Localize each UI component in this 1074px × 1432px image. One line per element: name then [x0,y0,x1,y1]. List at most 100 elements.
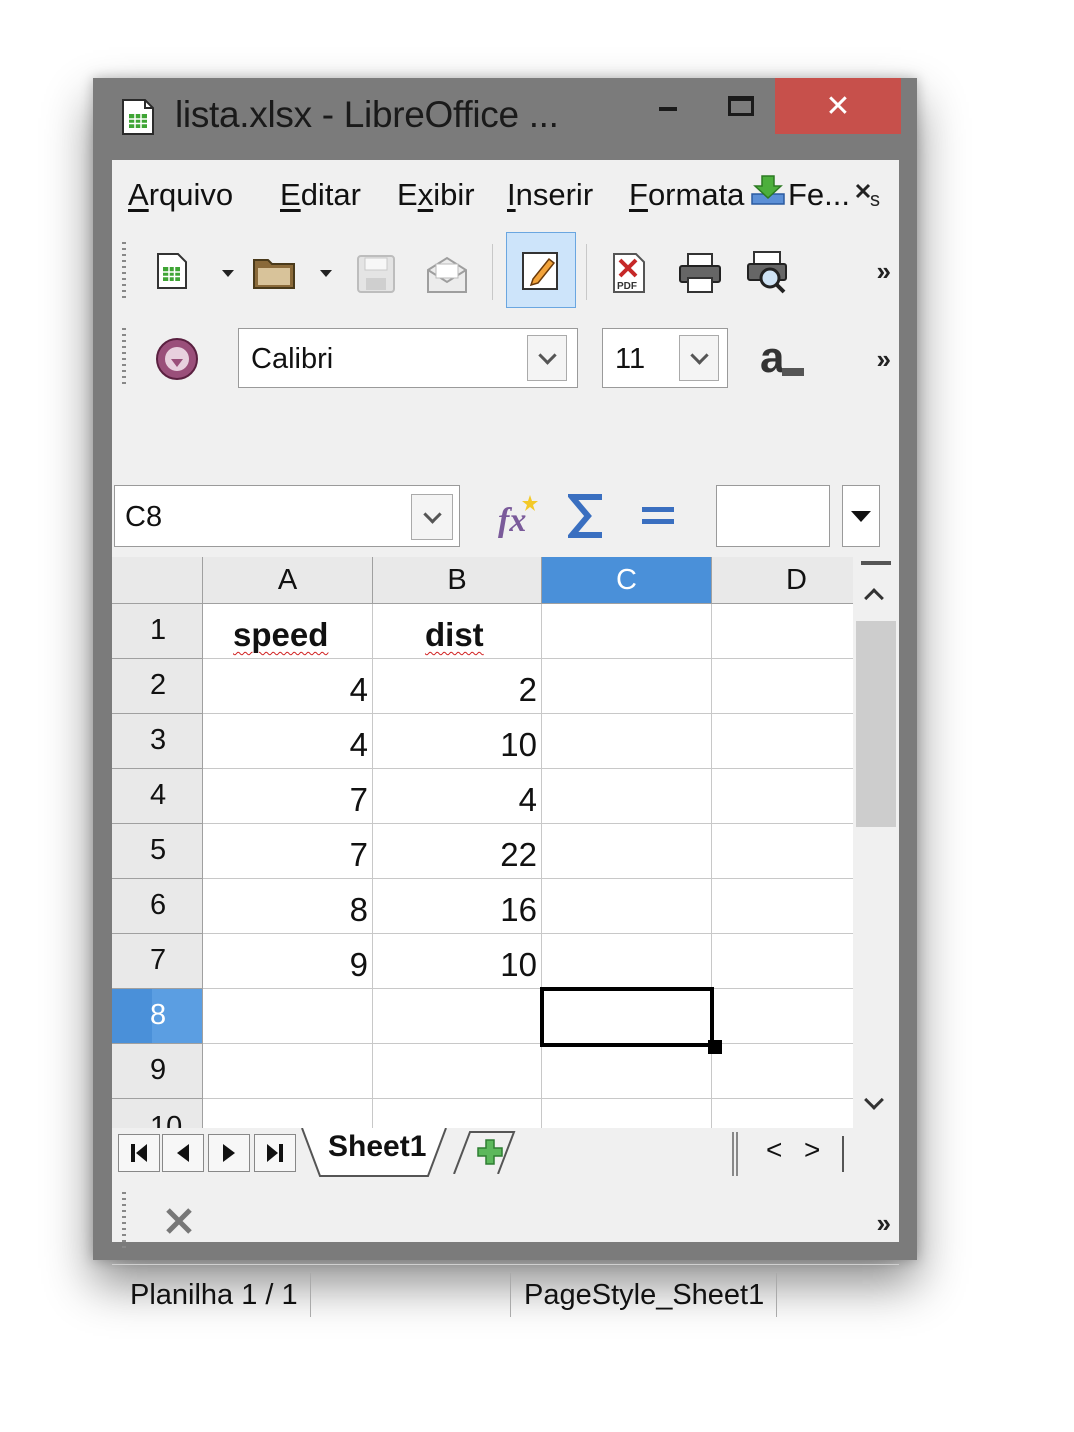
cell-b9[interactable] [373,1044,542,1099]
tab-scroll-left[interactable]: < [766,1134,782,1166]
cell-b10[interactable] [373,1099,542,1128]
font-color-icon[interactable]: a [760,340,808,378]
menu-ferramentas[interactable]: Fe... [788,177,850,213]
cell-d1[interactable] [712,604,853,659]
toolbar-grip[interactable] [122,328,126,388]
cell-a7[interactable]: 9 [203,934,373,989]
formula-input[interactable] [716,485,830,547]
cell-d6[interactable] [712,879,853,934]
new-dropdown-arrow[interactable] [222,270,234,277]
maximize-button[interactable] [707,78,775,134]
cell-d3[interactable] [712,714,853,769]
cell-a4[interactable]: 7 [203,769,373,824]
menu-exibir[interactable]: Exibir [397,177,475,213]
cell-d9[interactable] [712,1044,853,1099]
cell-d2[interactable] [712,659,853,714]
email-icon[interactable] [424,254,470,294]
cell-d4[interactable] [712,769,853,824]
close-find-toolbar-icon[interactable] [164,1206,194,1236]
sum-icon[interactable] [568,491,606,541]
select-all-corner[interactable] [112,557,203,604]
sheet-tab-sheet1[interactable]: Sheet1 [328,1130,426,1178]
cell-d8[interactable] [712,989,853,1044]
sheet-position-status[interactable]: Planilha 1 / 1 [130,1279,298,1312]
cell-d10[interactable] [712,1099,853,1128]
print-preview-icon[interactable] [746,250,792,296]
font-name-dropdown[interactable] [527,335,567,381]
cell-c3[interactable] [542,714,712,769]
formula-expand-button[interactable] [842,485,880,547]
formatting-toolbar-overflow[interactable]: » [877,344,891,375]
row-header-active[interactable]: 8 [112,989,203,1044]
styles-icon[interactable] [154,336,200,382]
first-sheet-button[interactable] [118,1134,160,1172]
cell-b4[interactable]: 4 [373,769,542,824]
cell-d7[interactable] [712,934,853,989]
next-sheet-button[interactable] [208,1134,250,1172]
close-document-icon[interactable]: s [854,182,886,208]
column-header-a[interactable]: A [203,557,373,604]
cell-b1[interactable]: dist [373,604,542,659]
name-box-dropdown[interactable] [411,494,453,540]
standard-toolbar-overflow[interactable]: » [877,256,891,287]
cell-a9[interactable] [203,1044,373,1099]
font-size-combo[interactable]: 11 [602,328,728,388]
cell-c6[interactable] [542,879,712,934]
title-bar[interactable]: lista.xlsx - LibreOffice ... ✕ [93,78,917,160]
download-arrow-icon[interactable] [748,174,788,208]
row-header[interactable]: 4 [112,769,203,824]
cell-c4[interactable] [542,769,712,824]
cell-a3[interactable]: 4 [203,714,373,769]
cell-c10[interactable] [542,1099,712,1128]
find-toolbar-overflow[interactable]: » [877,1208,891,1239]
row-header[interactable]: 10 [112,1099,203,1128]
save-icon[interactable] [356,254,396,294]
autofill-handle[interactable] [708,1040,722,1054]
cell-d5[interactable] [712,824,853,879]
cell-b7[interactable]: 10 [373,934,542,989]
close-button[interactable]: ✕ [775,78,901,134]
previous-sheet-button[interactable] [162,1134,204,1172]
cell-c5[interactable] [542,824,712,879]
cell-c9[interactable] [542,1044,712,1099]
menu-formatar[interactable]: Formata [629,177,744,213]
vertical-scrollbar[interactable] [853,557,899,1128]
open-dropdown-arrow[interactable] [320,270,332,277]
menu-arquivo[interactable]: Arquivo [128,177,233,213]
row-header[interactable]: 7 [112,934,203,989]
edit-mode-button[interactable] [506,232,576,308]
add-sheet-tab[interactable] [452,1130,516,1174]
cell-a8[interactable] [203,989,373,1044]
toolbar-grip[interactable] [122,1192,126,1252]
open-folder-icon[interactable] [252,254,298,292]
menu-editar[interactable]: Editar [280,177,361,213]
column-header-c[interactable]: C [542,557,712,604]
row-header[interactable]: 1 [112,604,203,659]
row-header[interactable]: 2 [112,659,203,714]
export-pdf-icon[interactable]: PDF [612,252,646,294]
row-header[interactable]: 5 [112,824,203,879]
cell-c1[interactable] [542,604,712,659]
cell-a10[interactable] [203,1099,373,1128]
tab-splitter[interactable] [732,1132,738,1176]
formula-equals-icon[interactable] [640,503,676,529]
column-header-b[interactable]: B [373,557,542,604]
row-header[interactable]: 6 [112,879,203,934]
cell-b5[interactable]: 22 [373,824,542,879]
name-box[interactable]: C8 [114,485,460,547]
cell-a5[interactable]: 7 [203,824,373,879]
cell-b3[interactable]: 10 [373,714,542,769]
split-handle[interactable] [861,561,891,565]
scroll-up-icon[interactable] [864,588,884,608]
page-style-status[interactable]: PageStyle_Sheet1 [524,1279,764,1312]
cell-c2[interactable] [542,659,712,714]
new-spreadsheet-icon[interactable] [156,252,188,290]
spreadsheet-grid[interactable]: A B C D 1 speed dist 2 4 2 3 4 10 4 7 4 … [112,557,853,1128]
row-header[interactable]: 3 [112,714,203,769]
scroll-down-icon[interactable] [864,1090,884,1110]
cell-b8[interactable] [373,989,542,1044]
last-sheet-button[interactable] [254,1134,296,1172]
column-header-d[interactable]: D [712,557,853,604]
row-header[interactable]: 9 [112,1044,203,1099]
print-icon[interactable] [678,252,722,294]
